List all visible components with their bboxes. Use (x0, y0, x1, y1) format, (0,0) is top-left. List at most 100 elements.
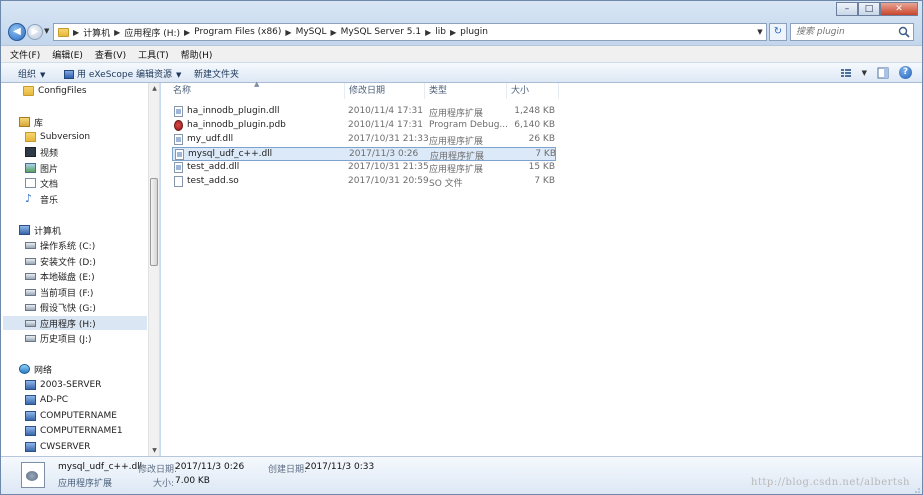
breadcrumb-lib[interactable]: lib (435, 27, 446, 37)
nav-item-drive-f[interactable]: 当前项目 (F:) (25, 285, 143, 299)
nav-item-network[interactable]: 网络 (19, 362, 143, 376)
nav-scrollbar[interactable]: ▲ ▼ (148, 83, 159, 456)
nav-label: CWSERVER (40, 442, 91, 452)
chevron-down-icon[interactable]: ▼ (862, 69, 867, 77)
column-header-date[interactable]: 修改日期 (345, 83, 425, 99)
scroll-down-icon[interactable]: ▼ (149, 445, 159, 456)
minimize-button[interactable]: – (836, 2, 858, 16)
file-date: 2010/11/4 17:31 (348, 120, 423, 130)
breadcrumb-separator-icon[interactable]: ▶ (450, 28, 456, 37)
view-options-icon[interactable] (840, 67, 852, 79)
recent-pages-dropdown[interactable]: ▼ (44, 27, 52, 37)
file-name: test_add.so (187, 176, 239, 186)
file-icon (174, 176, 183, 187)
arrow-left-icon: ◀ (13, 26, 21, 37)
nav-item-docs[interactable]: 文档 (25, 176, 143, 190)
nav-item-images[interactable]: 图片 (25, 161, 143, 175)
network-icon (19, 364, 30, 374)
back-button[interactable]: ◀ (8, 23, 26, 41)
nav-item-net-ad-pc[interactable]: AD-PC (25, 393, 143, 407)
breadcrumb-mysql-server[interactable]: MySQL Server 5.1 (341, 27, 421, 37)
menu-view[interactable]: 查看(V) (95, 48, 126, 61)
nav-item-drive-j[interactable]: 历史项目 (J:) (25, 331, 143, 345)
menu-file[interactable]: 文件(F) (10, 48, 40, 61)
menu-bar: 文件(F) 编辑(E) 查看(V) 工具(T) 帮助(H) (1, 45, 922, 62)
help-icon[interactable]: ? (899, 66, 912, 79)
address-history-dropdown[interactable]: ▼ (753, 23, 767, 41)
maximize-button[interactable]: □ (858, 2, 880, 16)
nav-item-computer[interactable]: 计算机 (19, 223, 143, 237)
library-icon (19, 117, 30, 127)
breadcrumb-mysql[interactable]: MySQL (296, 27, 327, 37)
preview-pane-icon[interactable] (877, 67, 889, 79)
file-type: 应用程序扩展 (429, 165, 484, 175)
nav-item-configfiles[interactable]: ConfigFiles (23, 84, 143, 98)
computer-icon (25, 395, 36, 405)
exescope-button[interactable]: 用 eXeScope 编辑资源 ▼ (64, 67, 181, 80)
breadcrumb-separator-icon[interactable]: ▶ (285, 28, 291, 37)
menu-edit[interactable]: 编辑(E) (52, 48, 83, 61)
column-header-name[interactable]: 名称 (169, 83, 345, 99)
file-row[interactable]: ha_innodb_plugin.dll 2010/11/4 17:31 应用程… (172, 105, 556, 119)
file-type: 应用程序扩展 (429, 137, 484, 147)
breadcrumb-separator-icon[interactable]: ▶ (73, 28, 79, 37)
menu-tools[interactable]: 工具(T) (138, 48, 169, 61)
address-bar[interactable]: ▶ 计算机 ▶ 应用程序 (H:) ▶ Program Files (x86) … (53, 23, 767, 41)
organize-label: 组织 (18, 70, 37, 80)
breadcrumb-program-files[interactable]: Program Files (x86) (194, 27, 281, 37)
menu-help[interactable]: 帮助(H) (181, 48, 213, 61)
nav-label: 视频 (40, 148, 59, 159)
chevron-down-icon: ▼ (175, 71, 182, 79)
scrollbar-thumb[interactable] (150, 178, 158, 266)
breadcrumb-separator-icon[interactable]: ▶ (425, 28, 431, 37)
new-folder-button[interactable]: 新建文件夹 (194, 67, 239, 80)
nav-item-net-computername[interactable]: COMPUTERNAME (25, 409, 143, 423)
breadcrumb-computer[interactable]: 计算机 (83, 26, 110, 39)
nav-item-drive-c[interactable]: 操作系统 (C:) (25, 238, 143, 252)
computer-icon (25, 442, 36, 452)
breadcrumb-drive-h[interactable]: 应用程序 (H:) (124, 26, 180, 39)
refresh-button[interactable]: ↻ (769, 23, 787, 41)
nav-label: 本地磁盘 (E:) (40, 272, 95, 283)
breadcrumb-separator-icon[interactable]: ▶ (114, 28, 120, 37)
breadcrumb-separator-icon[interactable]: ▶ (330, 28, 336, 37)
file-row-selected[interactable]: mysql_udf_c++.dll 2017/11/3 0:26 应用程序扩展 … (172, 147, 556, 162)
file-size: 7 KB (534, 176, 555, 186)
window-controls: – □ ✕ (836, 2, 918, 16)
nav-item-library[interactable]: 库 (19, 115, 143, 129)
nav-item-net-2003-server[interactable]: 2003-SERVER (25, 378, 143, 392)
breadcrumb-plugin[interactable]: plugin (460, 27, 488, 37)
nav-item-drive-h[interactable]: 应用程序 (H:) (3, 316, 147, 330)
search-box[interactable] (790, 23, 914, 41)
organize-button[interactable]: 组织 ▼ (18, 67, 45, 80)
nav-item-net-computername1[interactable]: COMPUTERNAME1 (25, 424, 143, 438)
search-input[interactable] (791, 24, 895, 40)
column-header-size[interactable]: 大小 (507, 83, 559, 99)
search-icon[interactable] (898, 26, 910, 38)
video-icon (25, 147, 36, 157)
nav-item-drive-e[interactable]: 本地磁盘 (E:) (25, 269, 143, 283)
dll-file-icon (21, 462, 45, 488)
nav-item-subversion[interactable]: Subversion (25, 130, 143, 144)
music-icon: ♪ (25, 192, 33, 205)
file-row[interactable]: my_udf.dll 2017/10/31 21:33 应用程序扩展 26 KB (172, 133, 556, 147)
breadcrumb-separator-icon[interactable]: ▶ (184, 28, 190, 37)
nav-item-drive-d[interactable]: 安装文件 (D:) (25, 254, 143, 268)
forward-button[interactable]: ▶ (27, 24, 43, 40)
file-type: SO 文件 (429, 179, 463, 189)
column-header-type[interactable]: 类型 (425, 83, 507, 99)
nav-item-drive-g[interactable]: 假设飞快 (G:) (25, 300, 143, 314)
file-row[interactable]: test_add.dll 2017/10/31 21:35 应用程序扩展 15 … (172, 161, 556, 175)
file-size: 1,248 KB (514, 106, 555, 116)
nav-item-video[interactable]: 视频 (25, 145, 143, 159)
close-button[interactable]: ✕ (880, 2, 918, 16)
file-name: mysql_udf_c++.dll (188, 149, 273, 159)
computer-icon (25, 411, 36, 421)
resize-grip-icon[interactable] (912, 485, 920, 493)
file-row[interactable]: ha_innodb_plugin.pdb 2010/11/4 17:31 Pro… (172, 119, 556, 133)
file-row[interactable]: test_add.so 2017/10/31 20:59 SO 文件 7 KB (172, 175, 556, 189)
scroll-up-icon[interactable]: ▲ (149, 83, 159, 94)
file-size: 6,140 KB (514, 120, 555, 130)
nav-item-music[interactable]: ♪ 音乐 (25, 192, 143, 206)
nav-item-net-cwserver[interactable]: CWSERVER (25, 440, 143, 454)
